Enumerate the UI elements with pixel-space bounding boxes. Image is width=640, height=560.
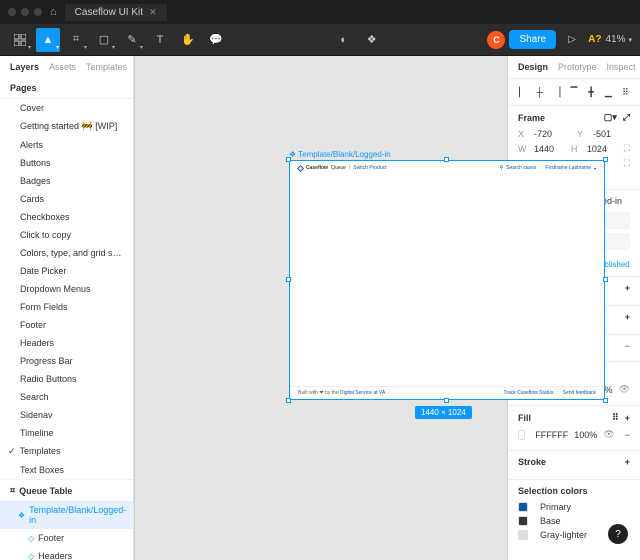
page-item[interactable]: Headers bbox=[0, 334, 133, 352]
tab-design[interactable]: Design bbox=[518, 62, 548, 72]
frame-section-header: Frame bbox=[518, 113, 545, 123]
fill-visibility-icon[interactable]: 👁 bbox=[603, 429, 614, 440]
layer-item[interactable]: ◇Footer bbox=[0, 529, 133, 547]
w-input[interactable]: 1440 bbox=[534, 144, 565, 154]
fill-hex[interactable]: FFFFFF bbox=[535, 430, 568, 440]
text-tool[interactable]: T bbox=[148, 28, 172, 52]
add-variant-icon[interactable]: + bbox=[625, 283, 630, 293]
add-autolayout-icon[interactable]: + bbox=[625, 312, 630, 322]
stroke-header: Stroke bbox=[518, 457, 546, 467]
search-icon: ⚲ bbox=[499, 165, 503, 171]
component-icon: ❖ bbox=[289, 150, 296, 159]
queue-header[interactable]: ⌗Queue Table bbox=[0, 479, 133, 501]
page-item[interactable]: Colors, type, and grid system bbox=[0, 244, 133, 262]
canvas[interactable]: ❖Template/Blank/Logged-in Caseflow Queue… bbox=[134, 56, 508, 560]
left-panel: Layers Assets Templates + Pages Cover Ge… bbox=[0, 56, 134, 560]
page-item[interactable]: Text Boxes bbox=[0, 461, 133, 479]
dimensions-badge: 1440 × 1024 bbox=[415, 406, 472, 419]
present-button[interactable]: ▷ bbox=[560, 28, 584, 52]
hand-tool[interactable]: ✋ bbox=[176, 28, 200, 52]
page-item[interactable]: Cards bbox=[0, 190, 133, 208]
y-input[interactable]: -501 bbox=[593, 129, 630, 139]
distribute-icon[interactable]: ⠿ bbox=[619, 85, 632, 99]
hash-icon: ⌗ bbox=[10, 485, 15, 496]
tab-templates[interactable]: Templates bbox=[86, 62, 127, 74]
tab-prototype[interactable]: Prototype bbox=[558, 62, 597, 72]
page-item[interactable]: Progress Bar bbox=[0, 352, 133, 370]
component-icon[interactable]: ❖ bbox=[360, 28, 384, 52]
window-controls[interactable] bbox=[8, 8, 42, 16]
logo-icon bbox=[297, 164, 304, 171]
page-item[interactable]: Form Fields bbox=[0, 298, 133, 316]
frame-header: Caseflow Queue | Switch Product ⚲ Search… bbox=[290, 161, 604, 175]
page-item[interactable]: Getting started 🚧 [WIP] bbox=[0, 117, 133, 136]
page-item[interactable]: Templates bbox=[0, 442, 133, 461]
pages-header: Pages bbox=[0, 78, 133, 99]
align-vcenter-icon[interactable]: ╋ bbox=[585, 85, 598, 99]
fill-swatch[interactable] bbox=[518, 430, 525, 440]
shape-tool[interactable]: ▢▾ bbox=[92, 28, 116, 52]
page-item[interactable]: Alerts bbox=[0, 136, 133, 154]
page-item[interactable]: Sidenav bbox=[0, 406, 133, 424]
page-item[interactable]: Checkboxes bbox=[0, 208, 133, 226]
instance-icon: ◇ bbox=[28, 552, 34, 560]
share-button[interactable]: Share bbox=[509, 30, 556, 49]
selection-colors-header: Selection colors bbox=[518, 486, 588, 496]
frame-tool[interactable]: ⌗▾ bbox=[64, 28, 88, 52]
file-tab-label: Caseflow UI Kit bbox=[75, 7, 143, 18]
fill-header: Fill bbox=[518, 413, 531, 423]
tab-layers[interactable]: Layers bbox=[10, 62, 39, 74]
page-item[interactable]: Dropdown Menus bbox=[0, 280, 133, 298]
page-item[interactable]: Search bbox=[0, 388, 133, 406]
fill-opacity[interactable]: 100% bbox=[574, 430, 597, 440]
page-item[interactable]: Cover bbox=[0, 99, 133, 117]
align-hcenter-icon[interactable]: ┼ bbox=[533, 85, 546, 99]
page-item[interactable]: Radio Buttons bbox=[0, 370, 133, 388]
help-button[interactable]: ? bbox=[608, 524, 628, 544]
user-avatar[interactable]: C bbox=[487, 31, 505, 49]
tab-assets[interactable]: Assets bbox=[49, 62, 76, 74]
x-input[interactable]: -720 bbox=[534, 129, 571, 139]
menu-button[interactable]: ▾ bbox=[8, 28, 32, 52]
layer-item[interactable]: ❖Template/Blank/Logged-in bbox=[0, 501, 133, 529]
file-tab[interactable]: Caseflow UI Kit ✕ bbox=[65, 4, 167, 21]
pen-tool[interactable]: ✎▾ bbox=[120, 28, 144, 52]
align-top-icon[interactable]: ▔ bbox=[567, 85, 580, 99]
add-fill-icon[interactable]: + bbox=[625, 413, 630, 423]
frame-preset-icon[interactable]: ▢▾ bbox=[604, 112, 617, 123]
align-bottom-icon[interactable]: ▁ bbox=[602, 85, 615, 99]
home-icon[interactable]: ⌂ bbox=[50, 6, 57, 18]
page-item[interactable]: Footer bbox=[0, 316, 133, 334]
page-item[interactable]: Badges bbox=[0, 172, 133, 190]
instance-icon: ◇ bbox=[28, 534, 34, 543]
page-item[interactable]: Timeline bbox=[0, 424, 133, 442]
notifications-badge[interactable]: A? bbox=[588, 34, 601, 45]
add-stroke-icon[interactable]: + bbox=[625, 457, 630, 467]
mask-icon[interactable]: ◐ bbox=[332, 28, 356, 52]
align-right-icon[interactable]: ▕ bbox=[550, 85, 563, 99]
selection-color[interactable]: Primary bbox=[518, 502, 630, 512]
style-icon[interactable]: ⠿ bbox=[612, 412, 619, 423]
frame-label[interactable]: ❖Template/Blank/Logged-in bbox=[289, 150, 391, 159]
radius-detail-icon[interactable]: ⛶ bbox=[624, 158, 630, 169]
tab-inspect[interactable]: Inspect bbox=[607, 62, 636, 72]
selected-frame[interactable]: Caseflow Queue | Switch Product ⚲ Search… bbox=[289, 160, 605, 400]
page-item[interactable]: Date Picker bbox=[0, 262, 133, 280]
zoom-control[interactable]: 41%▾ bbox=[605, 34, 632, 45]
remove-fill-icon[interactable]: − bbox=[625, 430, 630, 440]
frame-footer: Built with ❤ by the Digital Service at V… bbox=[290, 386, 604, 398]
page-item[interactable]: Click to copy bbox=[0, 226, 133, 244]
align-left-icon[interactable]: ▏ bbox=[516, 85, 529, 99]
component-icon: ❖ bbox=[18, 511, 25, 520]
move-tool[interactable]: ▲▾ bbox=[36, 28, 60, 52]
remove-grid-icon[interactable]: − bbox=[625, 341, 630, 351]
resize-icon[interactable]: ⤢ bbox=[623, 112, 630, 123]
constrain-icon[interactable]: ⛶ bbox=[624, 143, 630, 154]
close-tab-icon[interactable]: ✕ bbox=[149, 7, 157, 18]
comment-tool[interactable]: 💬 bbox=[204, 28, 228, 52]
h-input[interactable]: 1024 bbox=[587, 144, 618, 154]
layer-item[interactable]: ◇Headers bbox=[0, 547, 133, 560]
visibility-icon[interactable]: 👁 bbox=[619, 384, 630, 395]
page-item[interactable]: Buttons bbox=[0, 154, 133, 172]
